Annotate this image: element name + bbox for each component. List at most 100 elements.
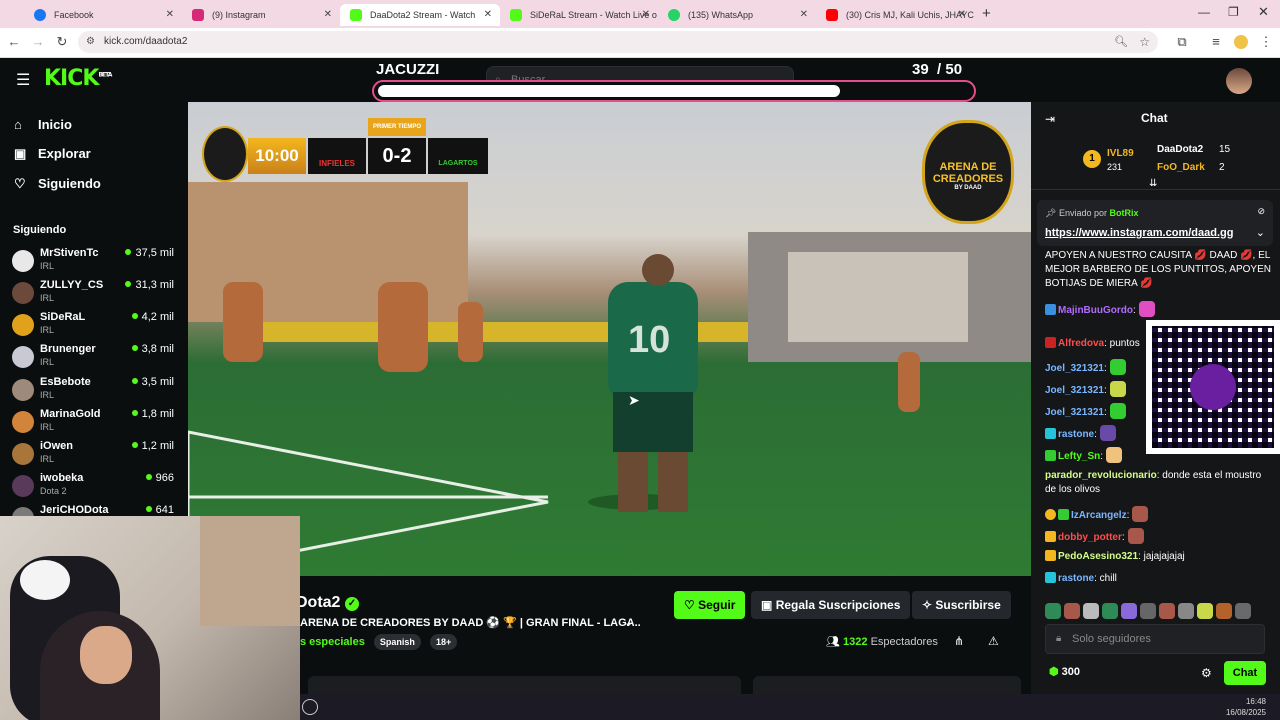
channel-name[interactable]: Dota2	[296, 594, 340, 611]
pinned-by-user[interactable]: BotRix	[1110, 208, 1139, 218]
tab-title: DaaDota2 Stream - Watch	[370, 10, 476, 20]
tab-facebook[interactable]: Facebook ✕	[24, 4, 182, 26]
following-item[interactable]: iOwen IRL 1,2 mil	[12, 440, 178, 470]
message-text: :	[1100, 451, 1104, 462]
site-info-icon[interactable]: ⚙	[86, 31, 95, 53]
emote-icon[interactable]	[1235, 603, 1251, 619]
new-tab-button[interactable]: +	[982, 5, 991, 22]
send-chat-button[interactable]: Chat	[1224, 661, 1266, 685]
chat-title: Chat	[1141, 111, 1168, 125]
video-player[interactable]: 10 10:00 INFIELES PRIMER TIEMPO 0-2 LAGA…	[188, 102, 1031, 576]
following-item[interactable]: MrStivenTc IRL 37,5 mil	[12, 247, 178, 277]
close-icon[interactable]: ✕	[958, 4, 966, 26]
tab-daadota2[interactable]: DaaDota2 Stream - Watch ✕	[340, 4, 500, 26]
tag-pill[interactable]: 18+	[429, 634, 458, 650]
expand-icon[interactable]: ⇊	[1149, 178, 1157, 189]
nav-explorar[interactable]: ▣ Explorar	[14, 144, 91, 164]
subscribe-button[interactable]: ✧ Suscribirse	[912, 591, 1011, 619]
tab-instagram[interactable]: (9) Instagram ✕	[182, 4, 340, 26]
close-icon[interactable]: ✕	[800, 4, 808, 26]
close-icon[interactable]: ✕	[324, 4, 332, 26]
chat-input[interactable]: 🔒︎ Solo seguidores	[1045, 624, 1265, 654]
stream-category[interactable]: s especiales	[300, 636, 365, 648]
extensions-icon[interactable]: ⧉	[1174, 34, 1190, 50]
hide-pin-icon[interactable]: ⊘	[1257, 206, 1265, 217]
following-item[interactable]: ZULLYY_CS IRL 31,3 mil	[12, 279, 178, 309]
emote-icon[interactable]	[1045, 603, 1061, 619]
goal-counter: 39 / 50	[912, 61, 962, 78]
plush-toy	[20, 560, 70, 600]
hamburger-menu-icon[interactable]: ☰	[16, 70, 30, 90]
avatar	[12, 282, 34, 304]
media-icon[interactable]: ≡	[1208, 34, 1224, 50]
message-user[interactable]: Alfredova	[1058, 338, 1104, 349]
live-dot	[125, 281, 132, 287]
report-icon[interactable]: ⚠	[988, 634, 999, 648]
following-item[interactable]: MarinaGold IRL 1,8 mil	[12, 408, 178, 438]
gift-subs-button[interactable]: ▣ Regala Suscripciones	[751, 591, 911, 619]
forward-icon[interactable]: →	[30, 34, 46, 50]
emote-icon	[1138, 301, 1155, 317]
start-icon[interactable]	[302, 699, 318, 715]
viewer-count: 37,5 mil	[125, 247, 174, 259]
tag-pill[interactable]: Spanish	[373, 634, 421, 650]
tab-youtube[interactable]: (30) Cris MJ, Kali Uchis, JHAYCO ✕	[816, 4, 974, 26]
nav-inicio[interactable]: ⌂ Inicio	[14, 115, 72, 135]
bookmark-star-icon[interactable]: ☆	[1139, 31, 1150, 53]
kick-logo[interactable]: KICKBETA	[44, 66, 112, 91]
pinned-header: 📌︎ Enviado por BotRix	[1045, 208, 1139, 219]
close-window-button[interactable]: ✕	[1258, 4, 1269, 20]
url-field[interactable]: ⚙ kick.com/daadota2 🔍︎ ☆	[78, 31, 1158, 53]
settings-gear-icon[interactable]: ⚙	[1201, 666, 1212, 680]
maximize-button[interactable]: ❐	[1228, 5, 1239, 19]
emote-icon	[1132, 506, 1149, 522]
emote-icon[interactable]	[1216, 603, 1232, 619]
user-avatar[interactable]	[1226, 68, 1252, 94]
close-icon[interactable]: ✕	[642, 4, 650, 26]
share-icon[interactable]: ⋔	[954, 634, 964, 648]
zoom-icon[interactable]: 🔍︎	[1114, 31, 1128, 53]
collapse-chat-icon[interactable]: ⇥	[1045, 112, 1055, 126]
following-item[interactable]: iwobeka Dota 2 966	[12, 472, 178, 502]
emote-icon[interactable]	[1121, 603, 1137, 619]
close-icon[interactable]: ✕	[166, 4, 174, 26]
minimize-button[interactable]: —	[1198, 5, 1210, 19]
nav-siguiendo[interactable]: ♡ Siguiendo	[14, 174, 101, 194]
reload-icon[interactable]: ↻	[54, 34, 70, 50]
following-item[interactable]: Brunenger IRL 3,8 mil	[12, 343, 178, 373]
pinned-link[interactable]: https://www.instagram.com/daad.gg	[1045, 227, 1233, 239]
more-menu-icon[interactable]: ⋮	[1258, 34, 1274, 50]
message-user[interactable]: dobby_potter	[1058, 532, 1122, 543]
emote-icon[interactable]	[1197, 603, 1213, 619]
message-user[interactable]: PedoAsesino321	[1058, 551, 1138, 562]
back-icon[interactable]: ←	[6, 34, 22, 50]
chevron-down-icon[interactable]: ⌄	[624, 616, 633, 629]
emote-icon[interactable]	[1159, 603, 1175, 619]
close-icon[interactable]: ✕	[484, 4, 492, 26]
emote-icon[interactable]	[1064, 603, 1080, 619]
clock[interactable]: 16:48 16/08/2025	[1226, 696, 1266, 718]
chevron-down-icon[interactable]: ⌄	[1256, 226, 1265, 239]
match-period: PRIMER TIEMPO	[368, 118, 426, 136]
follow-button[interactable]: ♡ Seguir	[674, 591, 746, 619]
channel-points[interactable]: ⬢ 300	[1049, 665, 1080, 678]
message-user[interactable]: Joel_321321	[1045, 407, 1104, 418]
streamer-face	[80, 626, 132, 684]
message-user[interactable]: Joel_321321	[1045, 363, 1104, 374]
message-user[interactable]: IzArcangelz	[1071, 510, 1127, 521]
emote-icon[interactable]	[1083, 603, 1099, 619]
message-user[interactable]: MajinBuuGordo	[1058, 305, 1133, 316]
emote-icon[interactable]	[1140, 603, 1156, 619]
profile-avatar[interactable]	[1234, 35, 1248, 49]
message-user[interactable]: Joel_321321	[1045, 385, 1104, 396]
following-item[interactable]: EsBebote IRL 3,5 mil	[12, 376, 178, 406]
following-item[interactable]: SiDeRaL IRL 4,2 mil	[12, 311, 178, 341]
message-user[interactable]: parador_revolucionario	[1045, 470, 1157, 481]
message-user[interactable]: rastone	[1058, 573, 1094, 584]
message-user[interactable]: rastone	[1058, 429, 1094, 440]
tab-whatsapp[interactable]: (135) WhatsApp ✕	[658, 4, 816, 26]
tab-sideral[interactable]: SiDeRaL Stream - Watch Live o ✕	[500, 4, 658, 26]
emote-icon[interactable]	[1102, 603, 1118, 619]
emote-icon[interactable]	[1178, 603, 1194, 619]
message-user[interactable]: Lefty_Sn	[1058, 451, 1100, 462]
